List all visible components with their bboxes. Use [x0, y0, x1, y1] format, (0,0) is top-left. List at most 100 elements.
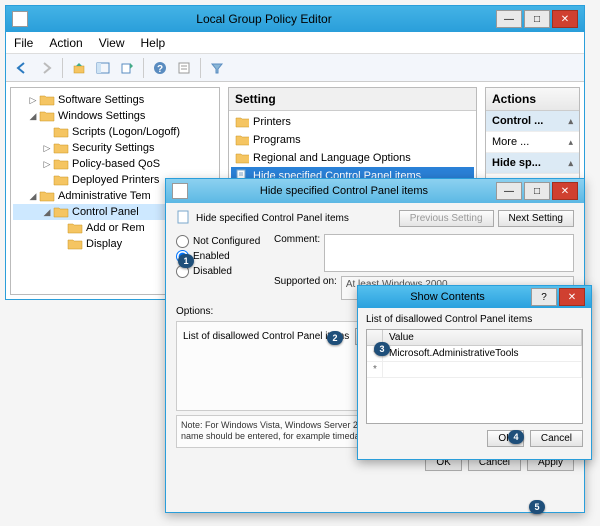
dlg2-list-label: List of disallowed Control Panel items [366, 314, 583, 325]
toolbar: ? [6, 54, 584, 82]
dlg1-minimize-button[interactable]: — [496, 182, 522, 200]
marker-2: 2 [327, 331, 343, 345]
marker-4: 4 [508, 430, 524, 444]
dlg1-titlebar[interactable]: Hide specified Control Panel items — □ ✕ [166, 179, 584, 203]
minimize-button[interactable]: — [496, 10, 522, 28]
menu-view[interactable]: View [99, 36, 125, 50]
folder-icon [67, 237, 83, 251]
tree-item-label: Windows Settings [58, 110, 145, 122]
chevron-icon: ▴ [568, 158, 573, 169]
dlg1-maximize-button[interactable]: □ [524, 182, 550, 200]
setting-label: Printers [253, 116, 291, 128]
grid-cell[interactable] [383, 362, 582, 378]
forward-icon[interactable] [36, 58, 56, 78]
actions-header: Actions [486, 88, 579, 111]
dlg2-title: Show Contents [364, 291, 531, 303]
tree-item-label: Deployed Printers [72, 174, 159, 186]
radio-label: Enabled [193, 251, 230, 262]
tree-item-label: Scripts (Logon/Logoff) [72, 126, 180, 138]
tree-item-label: Policy-based QoS [72, 158, 160, 170]
titlebar[interactable]: Local Group Policy Editor — □ ✕ [6, 6, 584, 32]
action-label: Hide sp... [492, 157, 541, 169]
radio-option[interactable]: Not Configured [176, 234, 266, 249]
radio-label: Disabled [193, 266, 232, 277]
marker-1: 1 [178, 254, 194, 268]
menu-action[interactable]: Action [49, 36, 82, 50]
tree-item[interactable]: ◢Windows Settings [13, 108, 217, 124]
folder-icon [67, 221, 83, 235]
dlg2-cancel-button[interactable]: Cancel [530, 430, 583, 447]
maximize-button[interactable]: □ [524, 10, 550, 28]
tree-item[interactable]: ▷Security Settings [13, 140, 217, 156]
marker-5: 5 [529, 500, 545, 514]
properties-icon[interactable] [174, 58, 194, 78]
setting-label: Regional and Language Options [253, 152, 411, 164]
export-icon[interactable] [117, 58, 137, 78]
policy-icon [176, 209, 192, 228]
grid-row[interactable]: Microsoft.AdministrativeTools [367, 346, 582, 362]
value-column-header[interactable]: Value [383, 330, 582, 345]
folder-icon [235, 133, 249, 147]
chevron-icon: ▴ [568, 116, 573, 127]
dlg1-close-button[interactable]: ✕ [552, 182, 578, 200]
setting-item[interactable]: Printers [231, 113, 474, 131]
folder-icon [53, 205, 69, 219]
folder-icon [39, 93, 55, 107]
lock-icon [53, 141, 69, 155]
chevron-icon: ▴ [568, 137, 573, 148]
dlg2-titlebar[interactable]: Show Contents ? ✕ [358, 286, 591, 308]
comment-textarea[interactable] [324, 234, 574, 272]
dlg1-icon [172, 183, 188, 199]
svg-text:?: ? [157, 64, 163, 75]
tree-item-label: Administrative Tem [58, 190, 151, 202]
window-title: Local Group Policy Editor [32, 12, 496, 26]
radio-label: Not Configured [193, 236, 260, 247]
back-icon[interactable] [12, 58, 32, 78]
up-icon[interactable] [69, 58, 89, 78]
previous-setting-button[interactable]: Previous Setting [399, 210, 494, 227]
tree-item-label: Control Panel [72, 206, 139, 218]
marker-3: 3 [374, 342, 390, 356]
value-grid[interactable]: Value Microsoft.AdministrativeTools [366, 329, 583, 424]
menu-help[interactable]: Help [141, 36, 166, 50]
action-row[interactable]: More ... ▴ [486, 132, 579, 153]
dlg2-help-button[interactable]: ? [531, 288, 557, 306]
menubar: File Action View Help [6, 32, 584, 54]
settings-header: Setting [229, 88, 476, 111]
show-contents-dialog: Show Contents ? ✕ List of disallowed Con… [357, 285, 592, 460]
radio-input[interactable] [176, 235, 189, 248]
script-icon [53, 125, 69, 139]
app-icon [12, 11, 28, 27]
supported-label: Supported on: [274, 276, 337, 287]
filter-icon[interactable] [207, 58, 227, 78]
setting-item[interactable]: Regional and Language Options [231, 149, 474, 167]
show-hide-tree-icon[interactable] [93, 58, 113, 78]
printer-icon [53, 173, 69, 187]
help-icon[interactable]: ? [150, 58, 170, 78]
tree-item-label: Add or Rem [86, 222, 145, 234]
comment-label: Comment: [274, 234, 320, 245]
qos-icon [53, 157, 69, 171]
tree-item-label: Security Settings [72, 142, 155, 154]
tree-item[interactable]: ▷Policy-based QoS [13, 156, 217, 172]
disallowed-label: List of disallowed Control Panel items [183, 331, 349, 342]
action-row[interactable]: Control ... ▴ [486, 111, 579, 132]
grid-row[interactable] [367, 362, 582, 378]
folder-icon [39, 189, 55, 203]
dlg2-close-button[interactable]: ✕ [559, 288, 585, 306]
action-label: More ... [492, 136, 529, 148]
setting-item[interactable]: Programs [231, 131, 474, 149]
setting-label: Programs [253, 134, 301, 146]
menu-file[interactable]: File [14, 36, 33, 50]
next-setting-button[interactable]: Next Setting [498, 210, 574, 227]
tree-item[interactable]: Scripts (Logon/Logoff) [13, 124, 217, 140]
folder-icon [235, 115, 249, 129]
close-button[interactable]: ✕ [552, 10, 578, 28]
tree-item-label: Display [86, 238, 122, 250]
dlg1-title: Hide specified Control Panel items [192, 185, 496, 197]
action-label: Control ... [492, 115, 543, 127]
action-row[interactable]: Hide sp... ▴ [486, 153, 579, 174]
tree-item[interactable]: ▷Software Settings [13, 92, 217, 108]
grid-cell[interactable]: Microsoft.AdministrativeTools [383, 346, 582, 362]
folder-icon [39, 109, 55, 123]
